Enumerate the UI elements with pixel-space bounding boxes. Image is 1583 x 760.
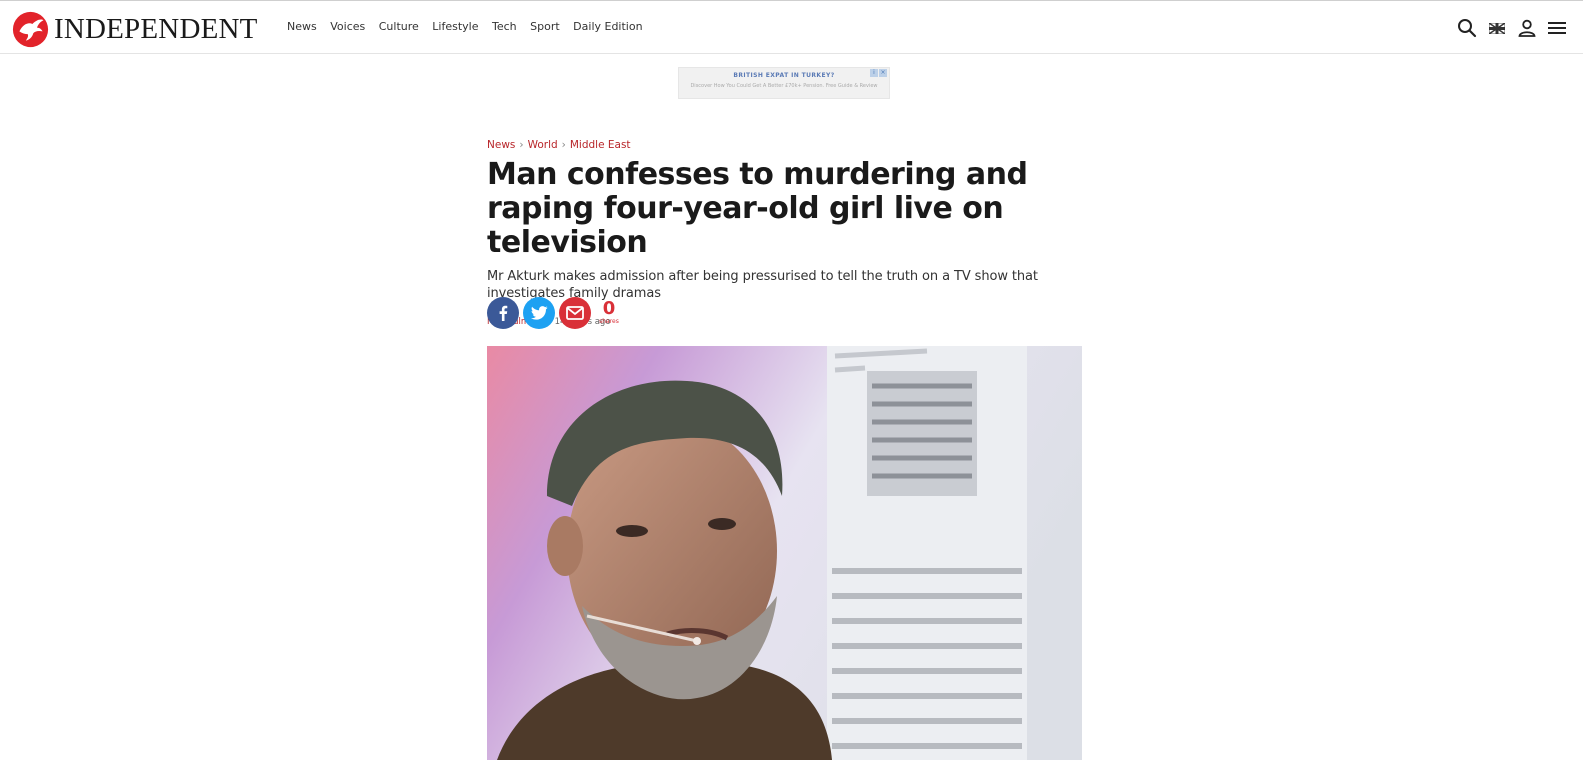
facebook-share-button[interactable] [487,297,519,329]
hero-photo [487,346,1082,760]
share-count: 0 shares [597,300,621,326]
breadcrumb: News › World › Middle East [487,138,1087,152]
article-hero-image [487,346,1082,760]
ad-title: BRITISH EXPAT IN TURKEY? [733,72,835,79]
ad-subtitle: Discover How You Could Get A Better £70k… [690,83,878,89]
facebook-icon [499,305,508,321]
nav-sport[interactable]: Sport [530,19,560,35]
account-icon [1518,19,1536,37]
region-button[interactable] [1485,16,1509,40]
adchoices-badge[interactable]: i × [870,69,887,77]
breadcrumb-separator: › [519,139,524,151]
logo-wordmark: INDEPENDENT [54,12,258,45]
advertisement-banner[interactable]: BRITISH EXPAT IN TURKEY? Discover How Yo… [678,67,890,99]
search-icon [1458,19,1477,38]
ad-close-icon[interactable]: × [879,69,887,77]
main-nav: News Voices Culture Lifestyle Tech Sport… [287,19,656,35]
menu-icon [1548,22,1566,34]
share-count-number: 0 [602,298,616,319]
article-headline: Man confesses to murdering and raping fo… [487,157,1028,260]
breadcrumb-world[interactable]: World [528,139,558,151]
site-header: INDEPENDENT News Voices Culture Lifestyl… [0,0,1583,54]
share-bar: 0 shares [487,297,621,329]
account-button[interactable] [1515,16,1539,40]
site-logo[interactable]: INDEPENDENT [12,10,258,48]
menu-button[interactable] [1545,16,1569,40]
nav-voices[interactable]: Voices [330,19,365,35]
twitter-share-button[interactable] [523,297,555,329]
breadcrumb-news[interactable]: News [487,139,515,151]
breadcrumb-separator: › [561,139,566,151]
uk-flag-icon [1489,22,1505,34]
search-button[interactable] [1455,16,1479,40]
article: News › World › Middle East Man confesses to … [487,138,1087,329]
eagle-logo-icon [12,11,49,47]
header-tools [1449,16,1569,40]
nav-lifestyle[interactable]: Lifestyle [432,19,478,35]
nav-culture[interactable]: Culture [379,19,419,35]
nav-news[interactable]: News [287,19,317,35]
email-share-button[interactable] [559,297,591,329]
nav-daily-edition[interactable]: Daily Edition [573,19,642,35]
breadcrumb-middle-east[interactable]: Middle East [570,139,631,151]
adchoices-icon: i [870,69,878,77]
email-icon [566,306,584,320]
share-count-label: shares [599,318,619,325]
nav-tech[interactable]: Tech [492,19,517,35]
twitter-icon [530,306,548,320]
